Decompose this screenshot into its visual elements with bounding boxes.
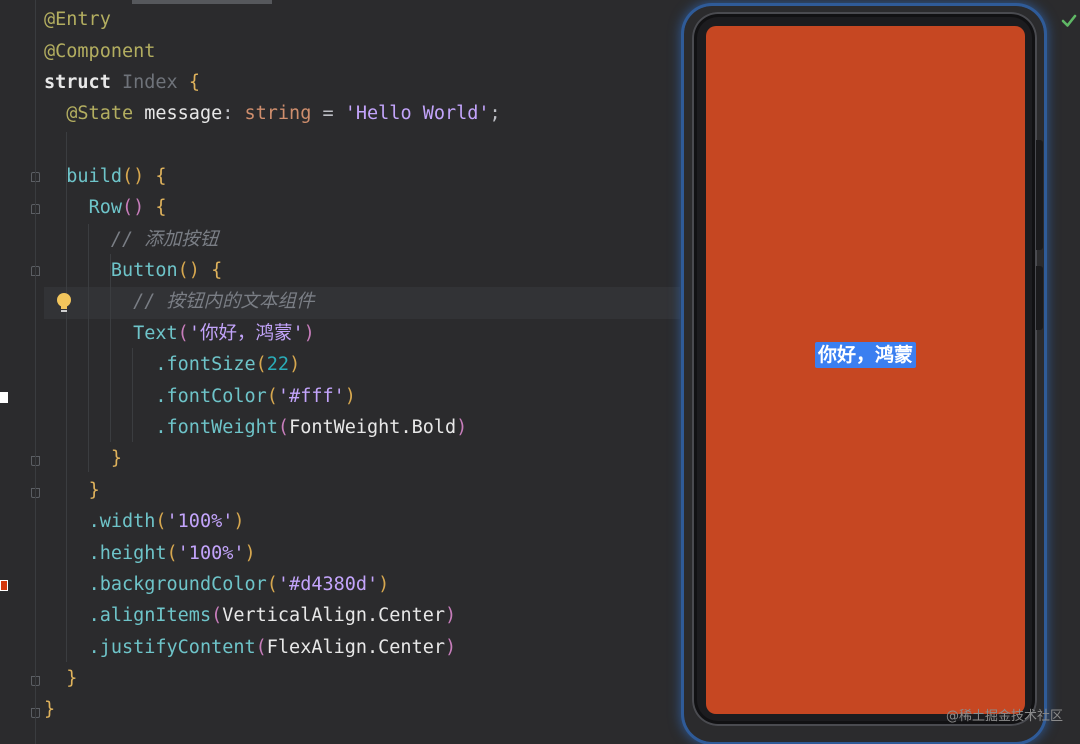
method-fontcolor: .fontColor bbox=[155, 386, 267, 407]
color-swatch-white[interactable] bbox=[0, 392, 8, 403]
field-name: message bbox=[144, 103, 223, 124]
decorator-state: @State bbox=[66, 103, 134, 124]
enum-value: FontWeight.Bold bbox=[289, 417, 457, 438]
code-line-20[interactable]: .alignItems(VerticalAlign.Center) bbox=[44, 600, 457, 632]
method-width: .width bbox=[88, 511, 156, 532]
code-line-16[interactable]: } bbox=[44, 475, 100, 507]
text-string: '你好，鸿蒙' bbox=[188, 323, 304, 344]
method-justifycontent: .justifyContent bbox=[88, 637, 256, 658]
code-line-6[interactable]: build() { bbox=[44, 161, 166, 193]
lightbulb-icon[interactable] bbox=[55, 292, 73, 314]
code-line-17[interactable]: .width('100%') bbox=[44, 506, 245, 538]
watermark: @稀土掘金技术社区 bbox=[946, 709, 1064, 724]
color-string: '#fff' bbox=[277, 386, 345, 407]
code-line-1[interactable]: @Entry bbox=[44, 4, 111, 36]
method-height: .height bbox=[88, 543, 167, 564]
color-swatch-orange[interactable] bbox=[0, 580, 8, 591]
code-editor[interactable]: @Entry @Component struct Index { @State … bbox=[0, 0, 680, 744]
code-line-2[interactable]: @Component bbox=[44, 36, 155, 68]
enum-value: FlexAlign.Center bbox=[266, 637, 445, 658]
editor-tab-indicator bbox=[132, 0, 272, 4]
gutter-line bbox=[35, 0, 36, 744]
enum-value: VerticalAlign.Center bbox=[222, 605, 445, 626]
component-text: Text bbox=[133, 323, 178, 344]
keyword-struct: struct bbox=[44, 72, 111, 93]
string-literal: 'Hello World' bbox=[344, 103, 490, 124]
code-line-9[interactable]: Button() { bbox=[44, 255, 222, 287]
bg-color-string: '#d4380d' bbox=[277, 574, 379, 595]
phone-screen[interactable]: 你好，鸿蒙 bbox=[706, 26, 1025, 714]
check-icon bbox=[1061, 14, 1077, 27]
annotation-component: @Component bbox=[44, 41, 156, 62]
code-line-4[interactable]: @State message: string = 'Hello World'; bbox=[44, 98, 500, 130]
code-line-7[interactable]: Row() { bbox=[44, 192, 167, 224]
code-line-13[interactable]: .fontColor('#fff') bbox=[44, 381, 356, 413]
method-fontweight: .fontWeight bbox=[155, 417, 278, 438]
comment-add-button: // 添加按钮 bbox=[110, 229, 219, 250]
struct-name: Index bbox=[121, 72, 178, 93]
preview-hello-button[interactable]: 你好，鸿蒙 bbox=[814, 342, 916, 368]
code-line-12[interactable]: .fontSize(22) bbox=[44, 349, 300, 381]
function-build: build bbox=[66, 166, 122, 187]
number-literal: 22 bbox=[266, 354, 290, 375]
method-alignitems: .alignItems bbox=[88, 605, 212, 626]
phone-side-key bbox=[1036, 266, 1043, 330]
code-line-8[interactable]: // 添加按钮 bbox=[44, 224, 218, 256]
width-string: '100%' bbox=[166, 511, 234, 532]
code-line-21[interactable]: .justifyContent(FlexAlign.Center) bbox=[44, 632, 457, 664]
code-line-18[interactable]: .height('100%') bbox=[44, 538, 256, 570]
code-line-23[interactable]: } bbox=[44, 694, 55, 726]
code-line-15[interactable]: } bbox=[44, 443, 122, 475]
code-line-22[interactable]: } bbox=[44, 663, 77, 695]
code-line-10[interactable]: // 按钮内的文本组件 bbox=[44, 286, 315, 318]
annotation-entry: @Entry bbox=[44, 9, 111, 30]
code-line-14[interactable]: .fontWeight(FontWeight.Bold) bbox=[44, 412, 467, 444]
component-row: Row bbox=[88, 197, 122, 218]
editor-gutter bbox=[0, 0, 44, 744]
method-backgroundcolor: .backgroundColor bbox=[88, 574, 267, 595]
method-fontsize: .fontSize bbox=[155, 354, 256, 375]
height-string: '100%' bbox=[177, 543, 245, 564]
code-line-3[interactable]: struct Index { bbox=[44, 67, 200, 99]
phone-side-key bbox=[1036, 140, 1043, 250]
code-line-11[interactable]: Text('你好，鸿蒙') bbox=[44, 318, 315, 350]
type-name: string bbox=[244, 103, 312, 124]
component-button: Button bbox=[110, 260, 178, 281]
code-line-19[interactable]: .backgroundColor('#d4380d') bbox=[44, 569, 390, 601]
comment-text-component: // 按钮内的文本组件 bbox=[133, 291, 315, 312]
